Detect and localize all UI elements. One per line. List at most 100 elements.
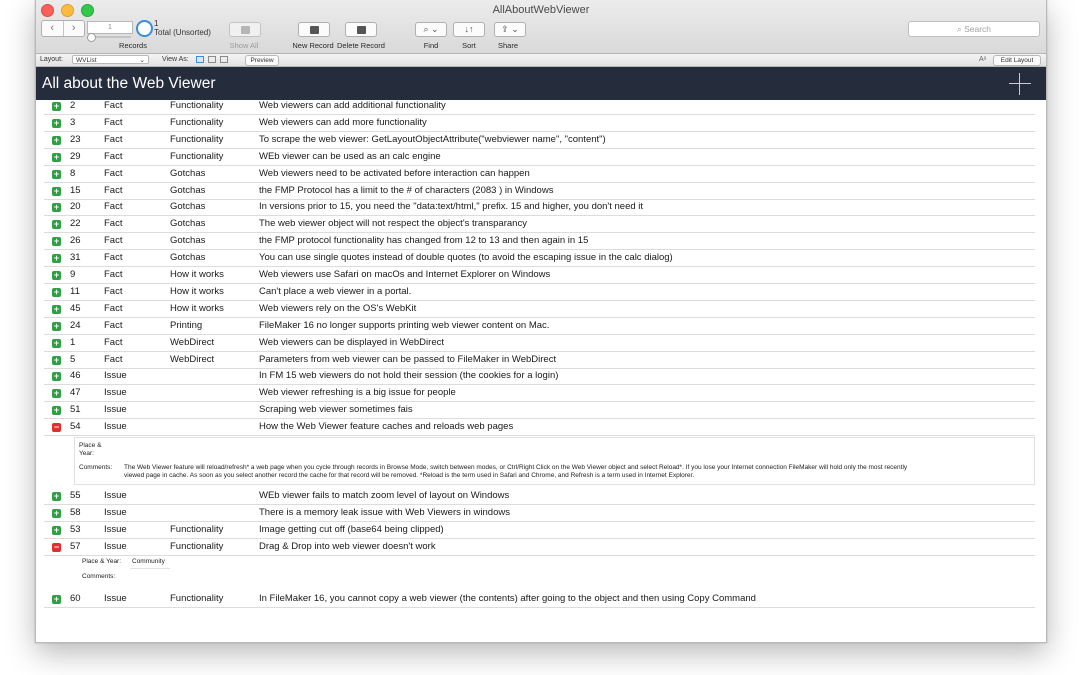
record-type: Fact: [104, 320, 123, 331]
toolbar: AllAboutWebViewer ‹ › 1 1 Total (Unsorte…: [36, 0, 1046, 54]
expand-icon[interactable]: +: [52, 187, 61, 196]
record-type: Fact: [104, 151, 123, 162]
table-row[interactable]: +23 Fact Functionality To scrape the web vi…: [44, 132, 1035, 149]
expand-icon[interactable]: +: [52, 288, 61, 297]
table-row[interactable]: +47 Issue Web viewer refreshing is a big i…: [44, 385, 1035, 402]
table-row[interactable]: +20 Fact Gotchas In versions prior to 15, y…: [44, 199, 1035, 216]
expand-icon[interactable]: +: [52, 254, 61, 263]
record-id: 20: [70, 201, 81, 212]
table-row[interactable]: +22 Fact Gotchas The web viewer object will…: [44, 216, 1035, 233]
record-type: Issue: [104, 370, 127, 381]
record-category: How it works: [170, 269, 224, 280]
table-row[interactable]: −54 Issue How the Web Viewer feature cache…: [44, 419, 1035, 436]
record-id: 9: [70, 269, 76, 280]
expand-icon[interactable]: +: [52, 372, 61, 381]
collapse-icon[interactable]: −: [52, 543, 61, 552]
expand-icon[interactable]: +: [52, 220, 61, 229]
table-row[interactable]: +55 Issue WEb viewer fails to match zoom l…: [44, 488, 1035, 505]
record-type: Fact: [104, 303, 123, 314]
record-category: Gotchas: [170, 218, 206, 229]
expand-icon[interactable]: +: [52, 595, 61, 604]
expand-icon[interactable]: +: [52, 119, 61, 128]
list-view-icon[interactable]: [208, 56, 216, 63]
expand-icon[interactable]: +: [52, 406, 61, 415]
sort-button[interactable]: ↓↑: [453, 22, 485, 37]
expand-icon[interactable]: +: [52, 492, 61, 501]
table-row[interactable]: +11 Fact How it works Can't place a web vie…: [44, 284, 1035, 301]
table-row[interactable]: +8 Fact Gotchas Web viewers need to be acti…: [44, 166, 1035, 183]
comments-value[interactable]: The Web Viewer feature will reload/refre…: [124, 464, 1028, 472]
expand-icon[interactable]: +: [52, 203, 61, 212]
expand-icon[interactable]: +: [52, 509, 61, 518]
record-type: Issue: [104, 593, 127, 604]
collapse-icon[interactable]: −: [52, 423, 61, 432]
table-row[interactable]: +51 Issue Scraping web viewer sometimes fa…: [44, 402, 1035, 419]
expand-icon[interactable]: +: [52, 102, 61, 111]
table-row[interactable]: +2 Fact Functionality Web viewers can add a…: [44, 100, 1035, 115]
show-all-icon: [240, 25, 250, 34]
record-id: 15: [70, 185, 81, 196]
layout-select[interactable]: WVList ⌄: [72, 55, 149, 64]
table-row[interactable]: +24 Fact Printing FileMaker 16 no longer su…: [44, 318, 1035, 335]
record-description: WEb viewer can be used as an calc engine: [259, 151, 441, 162]
record-type: Fact: [104, 134, 123, 145]
record-description: Web viewers can add more functionality: [259, 117, 427, 128]
expand-icon[interactable]: +: [52, 526, 61, 535]
table-row[interactable]: +1 Fact WebDirect Web viewers can be displa…: [44, 335, 1035, 352]
record-id: 24: [70, 320, 81, 331]
expand-icon[interactable]: +: [52, 136, 61, 145]
record-type: Issue: [104, 387, 127, 398]
record-id: 23: [70, 134, 81, 145]
record-id: 60: [70, 593, 81, 604]
expand-icon[interactable]: +: [52, 322, 61, 331]
table-view-icon[interactable]: [220, 56, 228, 63]
record-id: 5: [70, 354, 76, 365]
table-row[interactable]: +5 Fact WebDirect Parameters from web viewe…: [44, 352, 1035, 369]
table-row[interactable]: +58 Issue There is a memory leak issue wit…: [44, 505, 1035, 522]
form-view-icon[interactable]: [196, 56, 204, 63]
table-row[interactable]: +53 Issue Functionality Image getting cut o…: [44, 522, 1035, 539]
expand-icon[interactable]: +: [52, 153, 61, 162]
record-count: 1: [154, 19, 159, 28]
find-button[interactable]: ⌕ ⌄: [415, 22, 447, 37]
expand-icon[interactable]: +: [52, 339, 61, 348]
place-year-field[interactable]: [130, 557, 170, 569]
current-record-field[interactable]: 1: [87, 21, 133, 34]
table-row[interactable]: +60 Issue Functionality In FileMaker 16, yo…: [44, 591, 1035, 608]
expand-icon[interactable]: +: [52, 356, 61, 365]
expand-icon[interactable]: +: [52, 271, 61, 280]
record-id: 2: [70, 100, 76, 111]
table-row[interactable]: +3 Fact Functionality Web viewers can add m…: [44, 115, 1035, 132]
previous-record-icon[interactable]: ‹: [42, 21, 64, 36]
table-row[interactable]: +15 Fact Gotchas the FMP Protocol has a lim…: [44, 183, 1035, 200]
layout-bar: Layout: WVList ⌄ View As: Preview Aᵃ Edi…: [36, 54, 1046, 67]
record-category: Functionality: [170, 117, 224, 128]
table-row[interactable]: +31 Fact Gotchas You can use single quotes …: [44, 250, 1035, 267]
table-row[interactable]: +45 Fact How it works Web viewers rely on t…: [44, 301, 1035, 318]
record-category: Gotchas: [170, 201, 206, 212]
record-description: the FMP protocol functionality has chang…: [259, 235, 589, 246]
expand-icon[interactable]: +: [52, 389, 61, 398]
next-record-icon[interactable]: ›: [64, 21, 85, 36]
table-row[interactable]: +26 Fact Gotchas the FMP protocol functiona…: [44, 233, 1035, 250]
delete-record-button[interactable]: [345, 22, 377, 37]
search-input[interactable]: ⌕ Search: [908, 21, 1040, 37]
record-slider[interactable]: [87, 33, 131, 42]
table-row[interactable]: +29 Fact Functionality WEb viewer can be us…: [44, 149, 1035, 166]
table-row[interactable]: −57 Issue Functionality Drag & Drop into we…: [44, 539, 1035, 556]
text-format-icon[interactable]: Aᵃ: [979, 54, 986, 66]
show-all-button[interactable]: [229, 22, 261, 37]
share-button[interactable]: ⇪ ⌄: [494, 22, 526, 37]
new-record-button[interactable]: [298, 22, 330, 37]
preview-button[interactable]: Preview: [245, 55, 279, 66]
layout-select-value: WVList: [76, 57, 97, 64]
table-row[interactable]: +9 Fact How it works Web viewers use Safari…: [44, 267, 1035, 284]
expand-icon[interactable]: +: [52, 237, 61, 246]
add-record-plus-icon[interactable]: [1009, 73, 1031, 95]
expand-icon[interactable]: +: [52, 305, 61, 314]
record-description: Web viewers rely on the OS's WebKit: [259, 303, 417, 314]
page-title: All about the Web Viewer: [42, 75, 216, 92]
expand-icon[interactable]: +: [52, 170, 61, 179]
table-row[interactable]: +46 Issue In FM 15 web viewers do not hold…: [44, 368, 1035, 385]
edit-layout-button[interactable]: Edit Layout: [993, 55, 1041, 66]
